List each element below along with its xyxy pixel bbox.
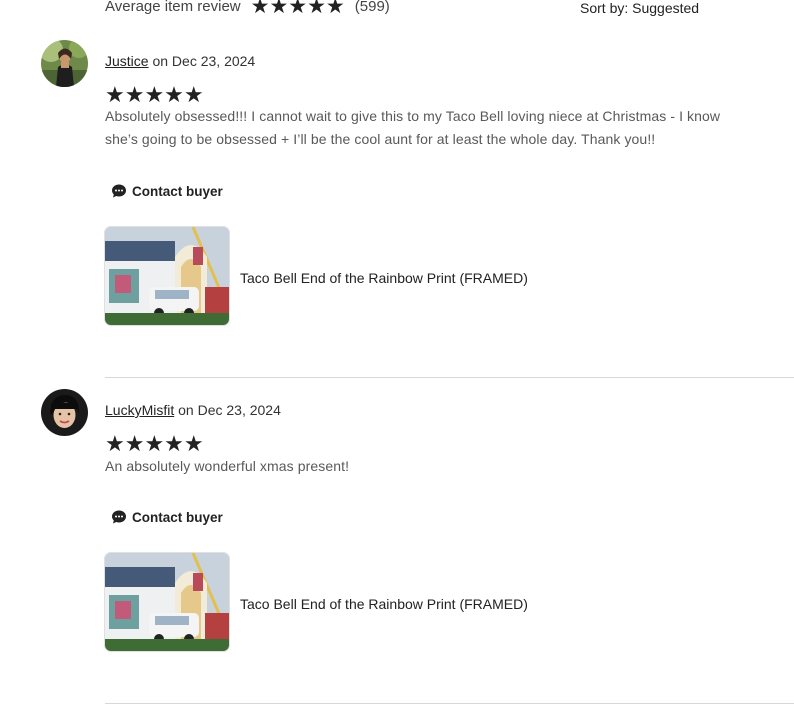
contact-buyer-label: Contact buyer bbox=[132, 183, 223, 199]
product-thumbnail[interactable] bbox=[105, 227, 229, 325]
rating-stars: ★★★★★ bbox=[250, 0, 345, 18]
avatar[interactable] bbox=[41, 40, 88, 87]
review-meta: LuckyMisfit on Dec 23, 2024 bbox=[105, 402, 281, 418]
star-icon: ★★★★★ bbox=[105, 82, 204, 107]
product-title-link[interactable]: Taco Bell End of the Rainbow Print (FRAM… bbox=[240, 270, 528, 286]
review-divider bbox=[105, 377, 794, 378]
review-divider bbox=[105, 703, 794, 704]
reviewer-username-link[interactable]: Justice bbox=[105, 53, 149, 69]
contact-buyer-label: Contact buyer bbox=[132, 509, 223, 525]
review-date: on Dec 23, 2024 bbox=[148, 53, 256, 69]
review-rating-stars: ★★★★★ bbox=[105, 82, 204, 107]
review-count: (599) bbox=[354, 0, 390, 15]
review-text: Absolutely obsessed!!! I cannot wait to … bbox=[105, 108, 721, 147]
review-meta: Justice on Dec 23, 2024 bbox=[105, 53, 255, 69]
review-text: An absolutely wonderful xmas present! bbox=[105, 458, 350, 474]
review-rating-stars: ★★★★★ bbox=[105, 431, 204, 456]
product-thumbnail[interactable] bbox=[105, 553, 229, 651]
star-icon: ★★★★★ bbox=[105, 431, 204, 456]
review-date: on Dec 23, 2024 bbox=[174, 402, 281, 418]
product-title-link[interactable]: Taco Bell End of the Rainbow Print (FRAM… bbox=[240, 596, 528, 612]
average-rating-stars: ★★★★★ bbox=[251, 0, 345, 17]
avatar[interactable] bbox=[41, 389, 88, 436]
contact-buyer-button[interactable]: Contact buyer bbox=[111, 183, 223, 199]
chat-bubble-icon bbox=[111, 509, 127, 525]
reviewer-username-link[interactable]: LuckyMisfit bbox=[105, 402, 174, 418]
sort-dropdown[interactable]: Sort by: Suggested bbox=[580, 0, 699, 16]
contact-buyer-button[interactable]: Contact buyer bbox=[111, 509, 223, 525]
average-review-label: Average item review bbox=[105, 0, 241, 15]
chat-bubble-icon bbox=[111, 183, 127, 199]
